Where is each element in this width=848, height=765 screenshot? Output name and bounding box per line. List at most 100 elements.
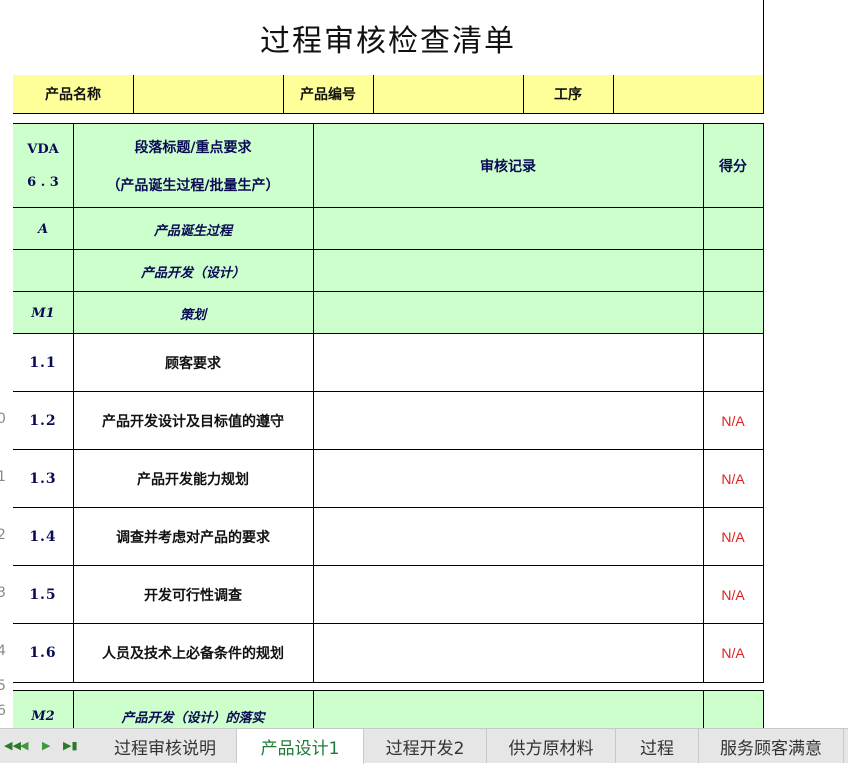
- item-number-cell[interactable]: 1.2: [13, 392, 74, 450]
- spreadsheet-grid[interactable]: 过程审核检查清单 产品名称 产品编号 工序 VDA 6 . 3 段落标题/重点要…: [13, 0, 848, 728]
- score-header-cell[interactable]: 得分: [703, 124, 763, 208]
- record-cell[interactable]: [313, 508, 704, 566]
- item-name-cell[interactable]: 产品开发设计及目标值的遵守: [73, 392, 314, 450]
- tab-process-dev-2[interactable]: 过程开发2: [364, 729, 487, 763]
- next-sheet-icon[interactable]: ▶: [42, 739, 50, 752]
- tab-process-audit-intro[interactable]: 过程审核说明: [94, 729, 237, 763]
- process-cell[interactable]: [613, 75, 763, 113]
- score-cell[interactable]: [703, 334, 763, 392]
- last-sheet-icon[interactable]: ▶▮: [63, 739, 78, 752]
- item-number-cell[interactable]: 1.6: [13, 624, 74, 682]
- sheet-tab-bar: ◀◀ ◀ ▶ ▶▮ 过程审核说明 产品设计1 过程开发2 供方原材料 过程 服务…: [0, 728, 848, 765]
- prev-sheet-icon[interactable]: ◀: [20, 739, 28, 752]
- group-row: M1 策划: [13, 291, 764, 334]
- item-name: 人员及技术上必备条件的规划: [102, 646, 284, 662]
- item-name-cell[interactable]: 人员及技术上必备条件的规划: [73, 624, 314, 682]
- vda-label: VDA: [27, 142, 59, 157]
- row-number[interactable]: 6: [0, 703, 11, 719]
- item-name-cell[interactable]: 产品开发能力规划: [73, 450, 314, 508]
- score-cell[interactable]: [703, 292, 763, 334]
- record-cell[interactable]: [313, 691, 704, 728]
- table-row: 1.5 开发可行性调查 N/A: [13, 565, 764, 624]
- group-label-cell[interactable]: 产品开发（设计）的落实: [73, 691, 314, 728]
- score-cell[interactable]: [703, 250, 763, 292]
- record-cell[interactable]: [313, 292, 704, 334]
- group-label-cell[interactable]: 产品诞生过程: [73, 208, 314, 250]
- group-code-cell[interactable]: [13, 250, 74, 292]
- record-cell[interactable]: [313, 624, 704, 682]
- tab-product-design-1[interactable]: 产品设计1: [237, 729, 364, 765]
- item-number: 1.3: [29, 471, 57, 487]
- score-cell[interactable]: N/A: [703, 624, 763, 682]
- group-label: 产品诞生过程: [153, 223, 232, 239]
- item-score: N/A: [721, 645, 745, 661]
- item-name: 顾客要求: [165, 356, 221, 372]
- table-row: 1.2 产品开发设计及目标值的遵守 N/A: [13, 391, 764, 450]
- item-number-cell[interactable]: 1.1: [13, 334, 74, 392]
- score-cell[interactable]: N/A: [703, 508, 763, 566]
- section-header-line2: （产品诞生过程/批量生产）: [106, 178, 280, 194]
- item-score: N/A: [721, 587, 745, 603]
- item-name: 开发可行性调查: [144, 588, 242, 604]
- row-number[interactable]: 4: [0, 643, 11, 659]
- tab-supplier-materials[interactable]: 供方原材料: [487, 729, 616, 763]
- record-cell[interactable]: [313, 566, 704, 624]
- item-name-cell[interactable]: 开发可行性调查: [73, 566, 314, 624]
- record-cell[interactable]: [313, 334, 704, 392]
- item-score: N/A: [721, 471, 745, 487]
- record-cell[interactable]: [313, 450, 704, 508]
- tab-process[interactable]: 过程: [616, 729, 699, 763]
- row-number[interactable]: 3: [0, 585, 11, 601]
- product-name-label[interactable]: 产品名称: [13, 75, 134, 113]
- sheet-title[interactable]: 过程审核检查清单: [13, 0, 764, 76]
- tab-customer-service[interactable]: 服务顾客满意: [699, 729, 844, 763]
- score-header: 得分: [719, 159, 747, 175]
- record-cell[interactable]: [313, 250, 704, 292]
- vda-header-cell[interactable]: VDA 6 . 3: [13, 124, 74, 208]
- item-name: 产品开发能力规划: [137, 472, 249, 488]
- item-number: 1.6: [29, 645, 57, 661]
- score-cell[interactable]: [703, 208, 763, 250]
- group-code: A: [37, 221, 49, 237]
- product-name-cell[interactable]: [133, 75, 284, 113]
- item-name: 调查并考虑对产品的要求: [116, 530, 270, 546]
- row-number[interactable]: 0: [0, 411, 11, 427]
- score-cell[interactable]: [703, 691, 763, 728]
- group-code-cell[interactable]: M2: [13, 691, 74, 728]
- product-code-cell[interactable]: [373, 75, 524, 113]
- group-label-cell[interactable]: 策划: [73, 292, 314, 334]
- process-label[interactable]: 工序: [523, 75, 614, 113]
- table-row: 1.1 顾客要求: [13, 333, 764, 392]
- group-code-cell[interactable]: A: [13, 208, 74, 250]
- score-cell[interactable]: N/A: [703, 392, 763, 450]
- first-sheet-icon[interactable]: ◀◀: [4, 739, 21, 752]
- product-code-label[interactable]: 产品编号: [283, 75, 374, 113]
- item-name: 产品开发设计及目标值的遵守: [102, 414, 284, 430]
- group-label: 策划: [179, 307, 206, 323]
- item-number-cell[interactable]: 1.5: [13, 566, 74, 624]
- section-header-cell[interactable]: 段落标题/重点要求 （产品诞生过程/批量生产）: [73, 124, 314, 208]
- row-number[interactable]: 5: [0, 678, 11, 694]
- group-label-cell[interactable]: 产品开发（设计）: [73, 250, 314, 292]
- table-header-row: VDA 6 . 3 段落标题/重点要求 （产品诞生过程/批量生产） 审核记录 得…: [13, 123, 764, 208]
- group-code: M1: [31, 305, 55, 321]
- row-number[interactable]: 2: [0, 527, 11, 543]
- record-header-cell[interactable]: 审核记录: [313, 124, 704, 208]
- record-cell[interactable]: [313, 208, 704, 250]
- group-label: 产品开发（设计）的落实: [121, 710, 265, 726]
- group-row: A 产品诞生过程: [13, 207, 764, 250]
- item-name-cell[interactable]: 顾客要求: [73, 334, 314, 392]
- group-row: 产品开发（设计）: [13, 249, 764, 292]
- record-header: 审核记录: [480, 159, 536, 175]
- group-code-cell[interactable]: M1: [13, 292, 74, 334]
- row-number[interactable]: 1: [0, 469, 11, 485]
- score-cell[interactable]: N/A: [703, 566, 763, 624]
- record-cell[interactable]: [313, 392, 704, 450]
- item-number-cell[interactable]: 1.4: [13, 508, 74, 566]
- group-code: M2: [31, 708, 55, 724]
- table-row: 1.6 人员及技术上必备条件的规划 N/A: [13, 623, 764, 683]
- product-info-row: 产品名称 产品编号 工序: [13, 75, 764, 114]
- item-number-cell[interactable]: 1.3: [13, 450, 74, 508]
- item-name-cell[interactable]: 调查并考虑对产品的要求: [73, 508, 314, 566]
- score-cell[interactable]: N/A: [703, 450, 763, 508]
